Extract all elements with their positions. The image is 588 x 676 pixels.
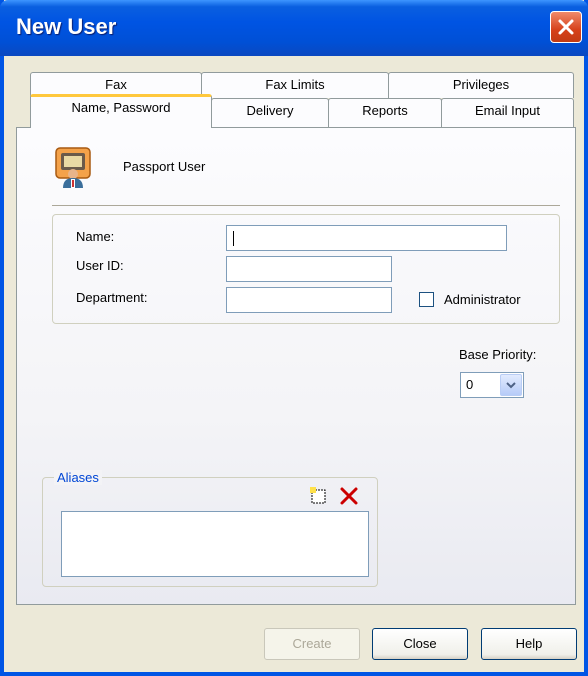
new-alias-icon[interactable]: [308, 485, 328, 505]
tab-email-input[interactable]: Email Input: [441, 98, 574, 128]
user-type-label: Passport User: [123, 159, 206, 174]
base-priority-value: 0: [466, 377, 474, 392]
tab-delivery[interactable]: Delivery: [211, 98, 329, 128]
name-label: Name:: [76, 229, 115, 244]
close-button[interactable]: Close: [372, 628, 468, 660]
help-button[interactable]: Help: [481, 628, 577, 660]
aliases-list[interactable]: [61, 511, 369, 577]
department-label: Department:: [76, 290, 148, 305]
base-priority-label: Base Priority:: [459, 347, 537, 362]
tab-name-password[interactable]: Name, Password: [30, 94, 212, 128]
text-caret: [233, 231, 234, 246]
delete-alias-icon[interactable]: [339, 486, 359, 506]
tab-fax-limits[interactable]: Fax Limits: [201, 72, 389, 98]
tab-privileges[interactable]: Privileges: [388, 72, 574, 98]
window-title: New User: [16, 14, 117, 39]
close-window-button[interactable]: [550, 11, 582, 43]
userid-field[interactable]: [226, 256, 392, 282]
create-button[interactable]: Create: [264, 628, 360, 660]
separator: [52, 205, 560, 206]
title-bar[interactable]: New User: [0, 0, 588, 56]
aliases-legend: Aliases: [54, 470, 102, 485]
department-field[interactable]: [226, 287, 392, 313]
administrator-checkbox[interactable]: [419, 292, 434, 307]
help-button-label: Help: [515, 636, 543, 651]
userid-label: User ID:: [76, 258, 124, 273]
chevron-down-icon: [506, 382, 516, 389]
new-user-dialog: New User Fax Fax Limits Privileges Name,…: [0, 0, 588, 676]
close-icon: [558, 19, 574, 35]
name-field[interactable]: [226, 225, 507, 251]
passport-user-icon: [54, 146, 92, 188]
dropdown-button[interactable]: [500, 374, 522, 396]
tab-reports[interactable]: Reports: [328, 98, 442, 128]
administrator-label: Administrator: [444, 292, 521, 307]
base-priority-select[interactable]: 0: [460, 372, 524, 398]
